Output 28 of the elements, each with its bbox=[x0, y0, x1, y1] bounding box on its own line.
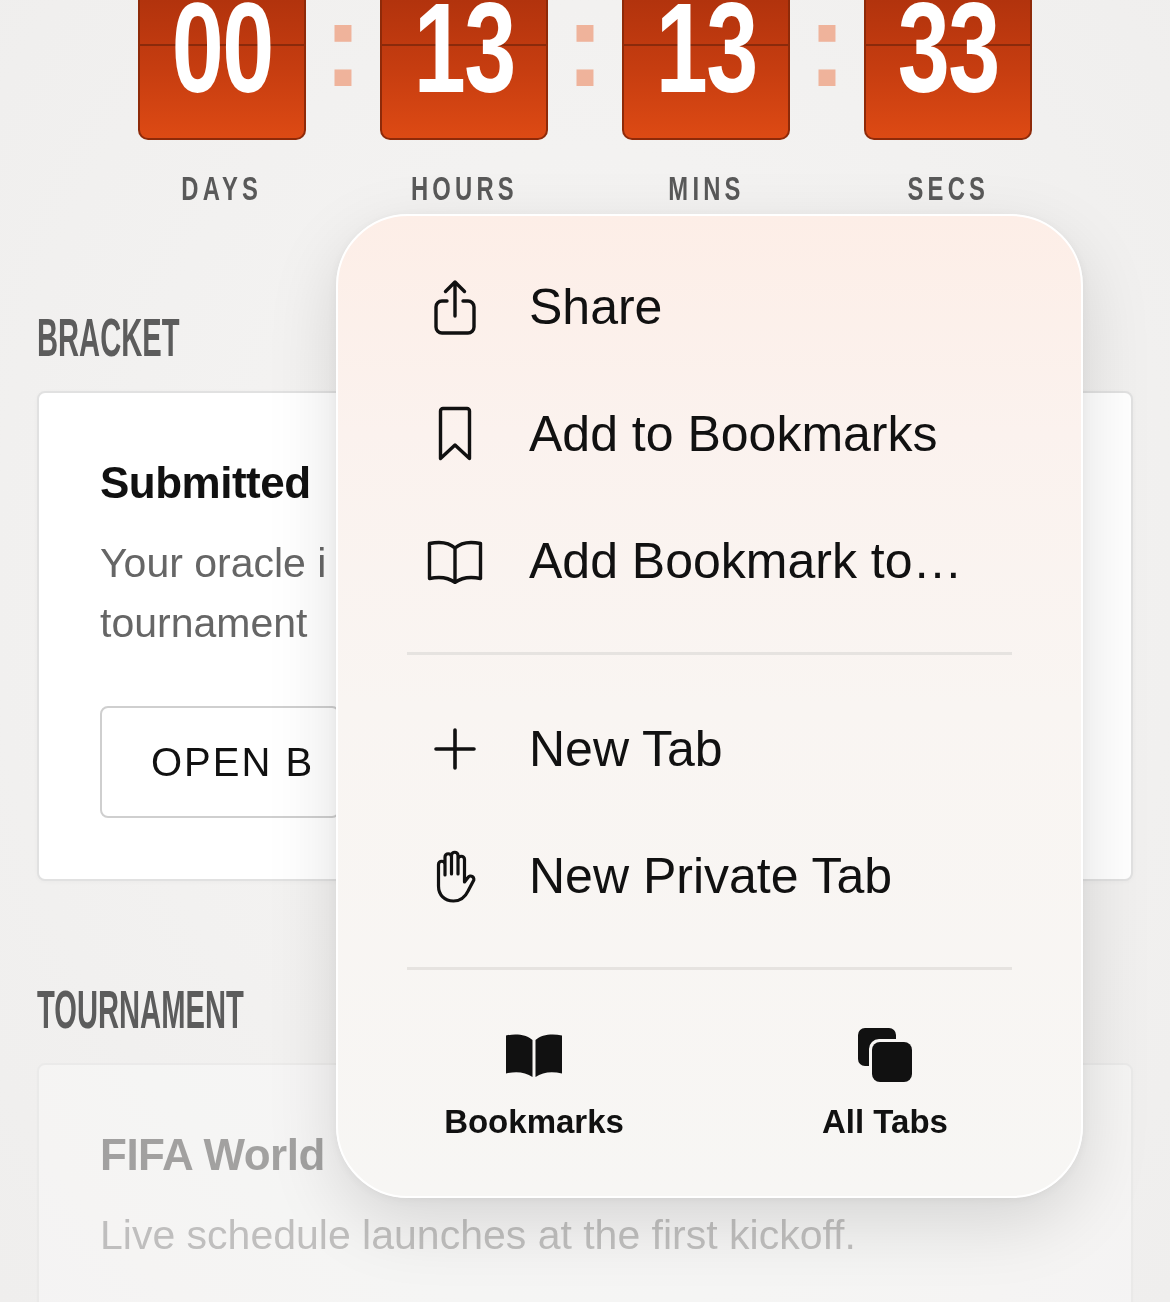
overlapping-squares-icon bbox=[858, 1028, 912, 1082]
countdown-value: 13 bbox=[413, 0, 515, 96]
section-heading: TOURNAMENT bbox=[37, 983, 244, 1036]
card-text: Your oracle i tournament bbox=[100, 539, 327, 648]
bookmark-icon bbox=[438, 405, 472, 462]
countdown-value: 13 bbox=[655, 0, 757, 96]
section-heading: BRACKET bbox=[37, 311, 180, 364]
menu-item[interactable]: New Tab bbox=[407, 685, 1012, 812]
menu-item[interactable]: Share bbox=[407, 243, 1012, 370]
toolbar-button[interactable]: Bookmarks bbox=[414, 1028, 654, 1142]
countdown-label: SECS bbox=[907, 171, 989, 205]
card-title: Submitted bbox=[100, 457, 311, 509]
countdown-label: HOURS bbox=[410, 171, 518, 205]
colon-separator: : bbox=[807, 0, 847, 88]
card-title: FIFA World bbox=[100, 1129, 325, 1181]
menu-item[interactable]: Add Bookmark to… bbox=[407, 497, 1012, 624]
colon-separator: : bbox=[565, 0, 605, 88]
colon-separator: : bbox=[323, 0, 363, 88]
share-icon bbox=[433, 278, 477, 335]
countdown-value: 33 bbox=[897, 0, 999, 96]
menu-item[interactable]: New Private Tab bbox=[407, 812, 1012, 939]
book-icon bbox=[505, 1032, 563, 1078]
plus-icon bbox=[434, 727, 476, 770]
countdown-label: DAYS bbox=[181, 171, 263, 205]
countdown-label: MINS bbox=[667, 171, 745, 205]
toolbar-button[interactable]: All Tabs bbox=[765, 1028, 1005, 1142]
menu-item[interactable]: Add to Bookmarks bbox=[407, 370, 1012, 497]
countdown-value: 00 bbox=[171, 0, 273, 96]
